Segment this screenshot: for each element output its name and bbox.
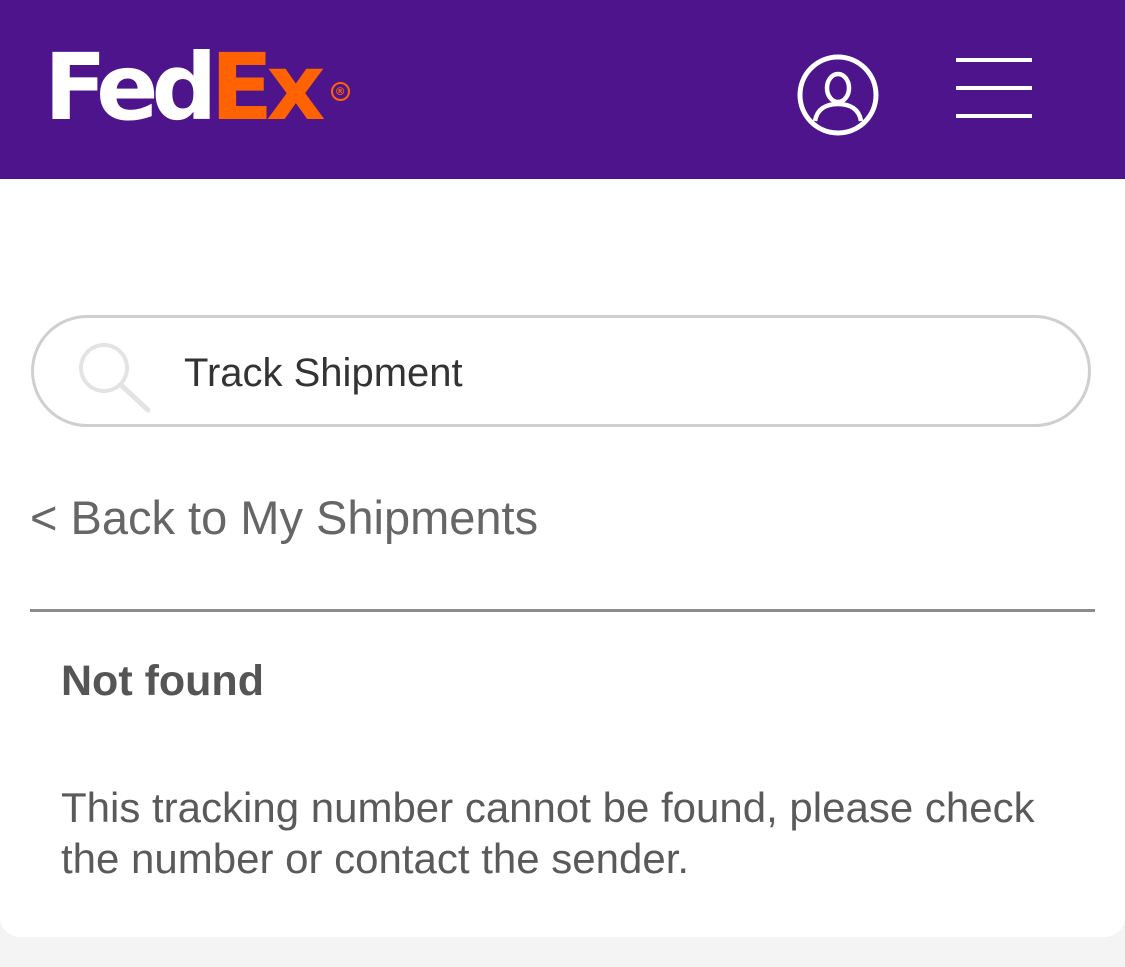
logo-text-fed: Fed [44,34,217,141]
section-divider [30,609,1095,612]
menu-bar [956,58,1032,62]
registered-mark: ® [330,82,350,102]
back-to-my-shipments-link[interactable]: < Back to My Shipments [30,490,538,545]
user-account-icon [797,54,879,136]
menu-bar [956,86,1032,90]
track-shipment-input[interactable] [184,340,1044,406]
search-icon [79,343,151,413]
result-message: This tracking number cannot be found, pl… [61,784,1035,882]
account-button[interactable] [796,53,880,137]
top-app-bar: FedEx ® [0,0,1125,179]
menu-bar [956,114,1032,118]
logo-text-ex: Ex [210,34,325,141]
result-title: Not found [61,657,264,705]
track-shipment-search-bar[interactable] [31,315,1091,427]
hamburger-menu-button[interactable] [956,56,1034,120]
fedex-logo[interactable]: FedEx ® [44,38,350,138]
fedex-tracking-page: FedEx® < Back to My Shipments Not foun [0,0,1125,967]
